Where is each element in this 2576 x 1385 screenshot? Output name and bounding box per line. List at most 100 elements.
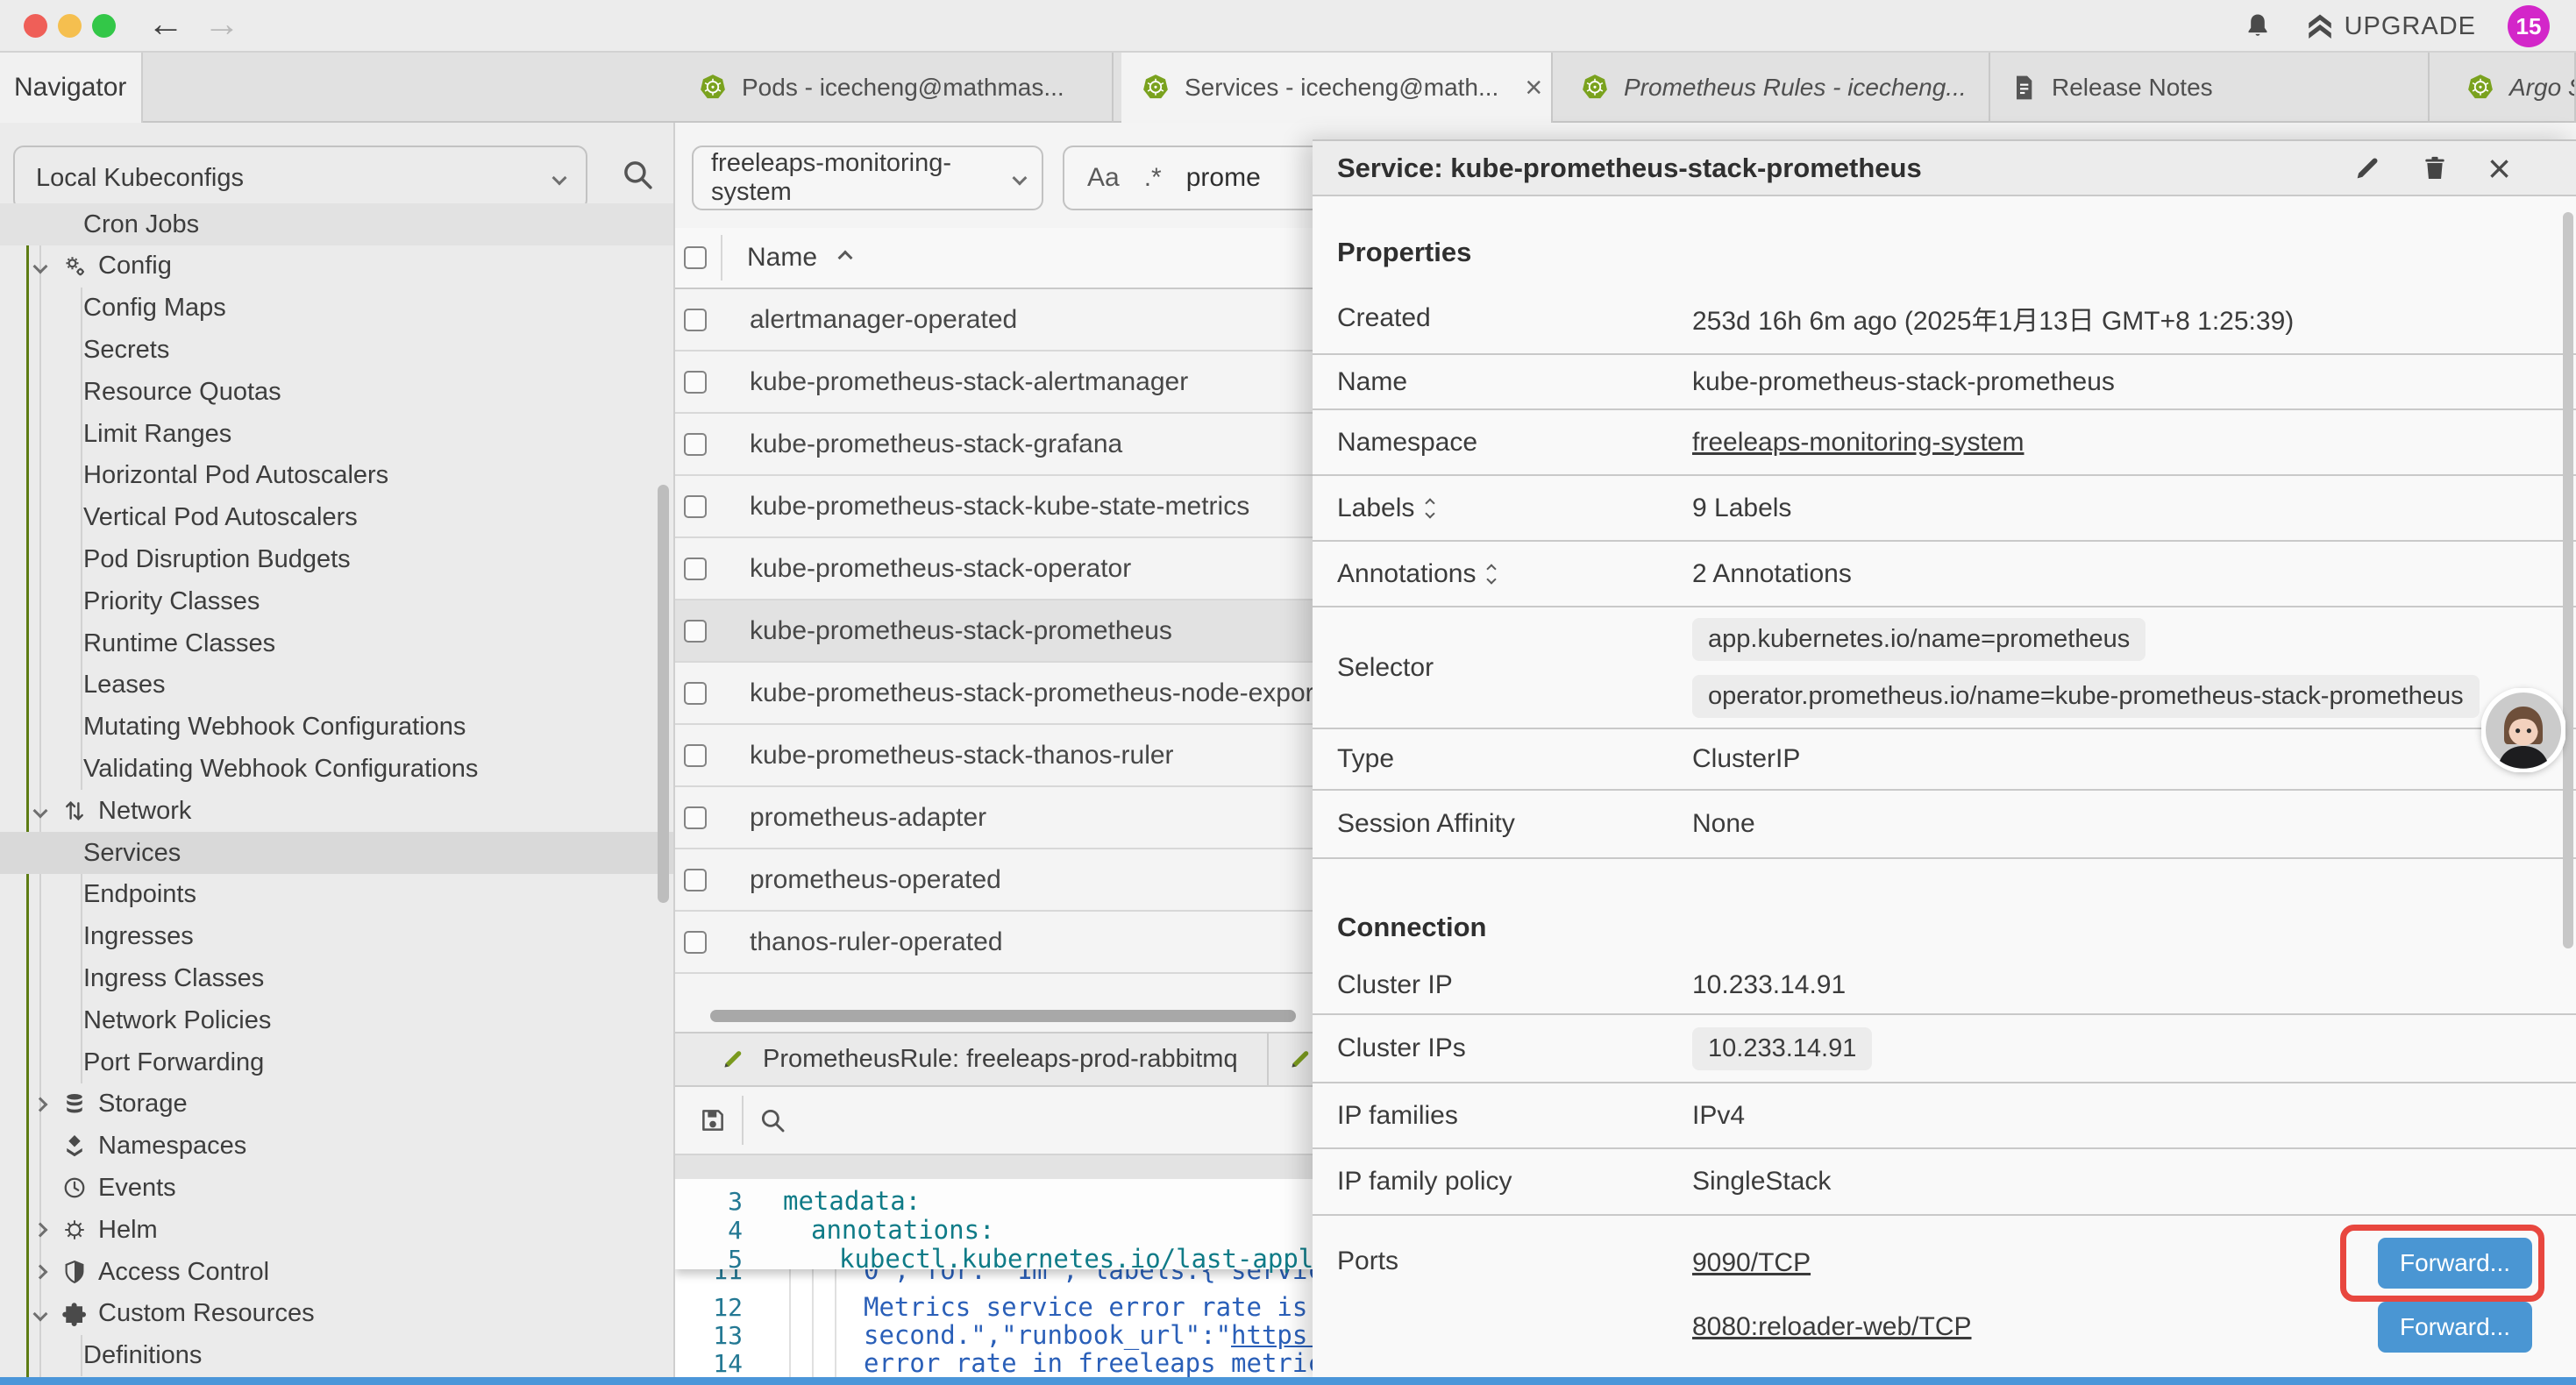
chevron-right-icon[interactable]	[33, 1265, 48, 1280]
table-row[interactable]: kube-prometheus-stack-kube-state-metrics	[675, 476, 1313, 538]
namespace-link[interactable]: freeleaps-monitoring-system	[1692, 428, 2024, 457]
sidebar-item-vertical-pod-autoscalers[interactable]: Vertical Pod Autoscalers	[0, 497, 675, 539]
sidebar-item-config[interactable]: Config	[0, 245, 675, 288]
forward-button[interactable]: Forward...	[2378, 1302, 2532, 1353]
sidebar-item-ingress-classes[interactable]: Ingress Classes	[0, 957, 675, 999]
table-header[interactable]: Name	[675, 228, 1313, 289]
name-column-header[interactable]: Name	[747, 243, 817, 273]
edit-pencil-icon[interactable]	[2352, 153, 2382, 183]
table-row[interactable]: prometheus-adapter	[675, 787, 1313, 849]
sidebar-item-services[interactable]: Services	[0, 832, 675, 874]
service-name: prometheus-operated	[750, 865, 1001, 895]
tab-prometheus-rules-icecheng[interactable]: Prometheus Rules - icecheng...	[1561, 53, 1990, 123]
table-row[interactable]: kube-prometheus-stack-prometheus	[675, 600, 1313, 663]
sidebar-item-definitions[interactable]: Definitions	[0, 1335, 675, 1377]
editor-search-icon[interactable]	[758, 1105, 787, 1135]
sidebar-item-events[interactable]: Events	[0, 1167, 675, 1209]
chevron-down-icon[interactable]	[33, 804, 48, 819]
forward-icon[interactable]: →	[203, 0, 240, 50]
sidebar-item-priority-classes[interactable]: Priority Classes	[0, 580, 675, 622]
chevron-down-icon[interactable]	[33, 1306, 48, 1321]
kubeconfig-select[interactable]: Local Kubeconfigs	[13, 146, 587, 210]
case-sensitive-toggle[interactable]: Aa	[1087, 163, 1120, 193]
sidebar-item-ingresses[interactable]: Ingresses	[0, 916, 675, 958]
table-row[interactable]: thanos-ruler-operated	[675, 912, 1313, 974]
sidebar-item-pod-disruption-budgets[interactable]: Pod Disruption Budgets	[0, 538, 675, 580]
sidebar-item-cron-jobs[interactable]: Cron Jobs	[0, 203, 675, 245]
drawer-scrollbar[interactable]	[2563, 212, 2573, 948]
minimize-window-button[interactable]	[58, 14, 82, 38]
row-checkbox[interactable]	[684, 495, 707, 518]
sidebar-item-storage[interactable]: Storage	[0, 1083, 675, 1126]
sort-ascending-icon[interactable]	[838, 251, 853, 266]
sidebar-item-endpoints[interactable]: Endpoints	[0, 874, 675, 916]
sidebar-item-namespaces[interactable]: Namespaces	[0, 1126, 675, 1168]
sidebar-item-limit-ranges[interactable]: Limit Ranges	[0, 413, 675, 455]
delete-trash-icon[interactable]	[2421, 153, 2449, 183]
sidebar-item-helm[interactable]: Helm	[0, 1209, 675, 1251]
tab-services-icecheng-math[interactable]: Services - icecheng@math...×	[1121, 53, 1553, 123]
sidebar-item-leases[interactable]: Leases	[0, 664, 675, 707]
table-row[interactable]: kube-prometheus-stack-thanos-ruler	[675, 725, 1313, 787]
back-icon[interactable]: ←	[147, 0, 184, 50]
sidebar-scrollbar[interactable]	[658, 485, 669, 903]
table-row[interactable]: prometheus-operated	[675, 849, 1313, 912]
sidebar-item-config-maps[interactable]: Config Maps	[0, 288, 675, 330]
sidebar-item-validating-webhook-configurations[interactable]: Validating Webhook Configurations	[0, 748, 675, 790]
sidebar-item-custom-resources[interactable]: Custom Resources	[0, 1293, 675, 1335]
row-checkbox[interactable]	[684, 558, 707, 580]
table-row[interactable]: alertmanager-operated	[675, 289, 1313, 352]
table-row[interactable]: kube-prometheus-stack-alertmanager	[675, 352, 1313, 414]
close-icon[interactable]: ×	[2487, 148, 2511, 188]
sidebar-item-network[interactable]: Network	[0, 790, 675, 832]
upgrade-button[interactable]: UPGRADE	[2304, 11, 2476, 42]
sidebar-item-network-policies[interactable]: Network Policies	[0, 999, 675, 1041]
regex-toggle[interactable]: .*	[1144, 163, 1162, 193]
second-editor-tab[interactable]	[1269, 1033, 1313, 1085]
row-checkbox[interactable]	[684, 371, 707, 394]
sort-toggle-icon[interactable]	[1488, 565, 1495, 583]
row-checkbox[interactable]	[684, 931, 707, 954]
assistant-avatar[interactable]	[2481, 688, 2565, 772]
row-checkbox[interactable]	[684, 869, 707, 891]
chevron-right-icon[interactable]	[33, 1097, 48, 1112]
tab-release-notes[interactable]: Release Notes	[1990, 53, 2430, 123]
maximize-window-button[interactable]	[92, 14, 116, 38]
sidebar-item-access-control[interactable]: Access Control	[0, 1251, 675, 1293]
horizontal-scrollbar[interactable]	[710, 1010, 1296, 1022]
row-checkbox[interactable]	[684, 309, 707, 331]
sidebar-item-secrets[interactable]: Secrets	[0, 329, 675, 371]
table-row[interactable]: kube-prometheus-stack-operator	[675, 538, 1313, 600]
sidebar-item-port-forwarding[interactable]: Port Forwarding	[0, 1041, 675, 1083]
search-icon[interactable]	[619, 156, 656, 193]
port-link[interactable]: 8080:reloader-web/TCP	[1692, 1312, 1972, 1342]
row-checkbox[interactable]	[684, 433, 707, 456]
editor-line: 14error rate in freeleaps metrics ser	[675, 1348, 1313, 1378]
sort-toggle-icon[interactable]	[1427, 500, 1434, 517]
select-all-checkbox[interactable]	[684, 246, 707, 269]
row-checkbox[interactable]	[684, 620, 707, 643]
prometheusrule-editor-tab[interactable]: PrometheusRule: freeleaps-prod-rabbitmq	[675, 1033, 1269, 1085]
yaml-editor[interactable]: 110", for: "1m", labels:{ service:12Metr…	[675, 1179, 1313, 1378]
table-row[interactable]: kube-prometheus-stack-prometheus-node-ex…	[675, 663, 1313, 725]
tab-argo-se[interactable]: Argo Se	[2446, 53, 2576, 123]
sidebar-item-runtime-classes[interactable]: Runtime Classes	[0, 622, 675, 664]
port-link[interactable]: 9090/TCP	[1692, 1248, 1811, 1278]
sidebar-item-resource-quotas[interactable]: Resource Quotas	[0, 371, 675, 413]
row-checkbox[interactable]	[684, 806, 707, 829]
table-row[interactable]: kube-prometheus-stack-grafana	[675, 414, 1313, 476]
tab-pods-icecheng-mathmas[interactable]: Pods - icecheng@mathmas...	[679, 53, 1114, 123]
bell-icon[interactable]	[2243, 11, 2273, 41]
notification-count-badge[interactable]: 15	[2508, 5, 2550, 47]
row-checkbox[interactable]	[684, 682, 707, 705]
namespace-filter-select[interactable]: freeleaps-monitoring-system	[692, 146, 1043, 210]
sidebar-item-mutating-webhook-configurations[interactable]: Mutating Webhook Configurations	[0, 707, 675, 749]
close-tab-icon[interactable]: ×	[1525, 71, 1542, 105]
save-icon[interactable]	[698, 1105, 728, 1135]
chevron-right-icon[interactable]	[33, 1223, 48, 1238]
chevron-down-icon[interactable]	[33, 259, 48, 273]
navigator-panel-tab[interactable]: Navigator	[0, 53, 143, 123]
row-checkbox[interactable]	[684, 744, 707, 767]
sidebar-item-horizontal-pod-autoscalers[interactable]: Horizontal Pod Autoscalers	[0, 455, 675, 497]
close-window-button[interactable]	[24, 14, 47, 38]
